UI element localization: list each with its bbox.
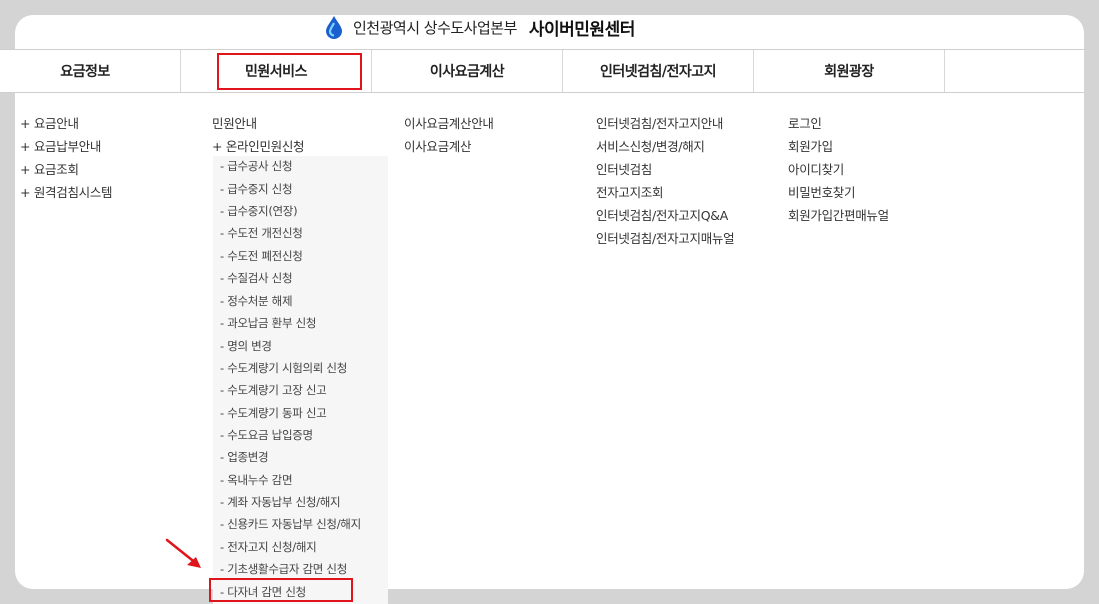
- menu-item-moving-fee-calc[interactable]: 이사요금계산: [404, 135, 494, 158]
- menu-column-civil-service: 민원안내 + 온라인민원신청: [212, 112, 305, 158]
- nav-tab-fee-info[interactable]: 요금정보: [0, 50, 181, 92]
- nav-tab-member-plaza[interactable]: 회원광장: [754, 50, 945, 92]
- submenu-item[interactable]: - 급수중지(연장): [220, 203, 298, 219]
- submenu-item[interactable]: - 급수중지 신청: [220, 181, 293, 197]
- submenu-item[interactable]: - 과오납금 환부 신청: [220, 315, 316, 331]
- menu-item-e-notice-inquiry[interactable]: 전자고지조회: [596, 181, 734, 204]
- menu-item-internet-qa[interactable]: 인터넷검침/전자고지Q&A: [596, 204, 734, 227]
- menu-item-find-id[interactable]: 아이디찾기: [788, 158, 889, 181]
- submenu-item[interactable]: - 수도계량기 시험의뢰 신청: [220, 360, 347, 376]
- submenu-item[interactable]: - 명의 변경: [220, 338, 272, 354]
- menu-item-civil-guide[interactable]: 민원안내: [212, 112, 304, 135]
- submenu-online-application: - 급수공사 신청 - 급수중지 신청 - 급수중지(연장) - 수도전 개전신…: [213, 156, 388, 604]
- menu-column-moving-fee: 이사요금계산안내 이사요금계산: [404, 112, 494, 158]
- nav-tab-moving-fee[interactable]: 이사요금계산: [372, 50, 563, 92]
- submenu-item[interactable]: - 수도전 개전신청: [220, 225, 303, 241]
- menu-column-members: 로그인 회원가입 아이디찾기 비밀번호찾기 회원가입간편매뉴얼: [788, 112, 889, 227]
- highlight-box-multi-child-discount: [209, 578, 353, 602]
- org-name: 인천광역시 상수도사업본부: [353, 18, 517, 37]
- submenu-item[interactable]: - 수도전 폐전신청: [220, 248, 303, 264]
- site-name: 사이버민원센터: [528, 19, 635, 40]
- menu-item-payment-guide[interactable]: + 요금납부안내: [20, 135, 112, 158]
- submenu-item[interactable]: - 신용카드 자동납부 신청/해지: [220, 516, 361, 532]
- global-nav: 요금정보 민원서비스 이사요금계산 인터넷검침/전자고지 회원광장: [0, 49, 1084, 93]
- site-header: 인천광역시 상수도사업본부 사이버민원센터: [15, 15, 1084, 49]
- submenu-item[interactable]: - 수도계량기 고장 신고: [220, 382, 327, 398]
- submenu-item[interactable]: - 계좌 자동납부 신청/해지: [220, 494, 341, 510]
- menu-item-remote-meter[interactable]: + 원격검침시스템: [20, 181, 113, 204]
- menu-item-moving-fee-guide[interactable]: 이사요금계산안내: [404, 112, 494, 135]
- submenu-item[interactable]: - 업종변경: [220, 449, 269, 465]
- menu-item-internet-manual[interactable]: 인터넷검침/전자고지매뉴얼: [596, 227, 735, 250]
- menu-column-internet-meter: 인터넷검침/전자고지안내 서비스신청/변경/해지 인터넷검침 전자고지조회 인터…: [596, 112, 735, 250]
- submenu-item[interactable]: - 급수공사 신청: [220, 158, 293, 174]
- submenu-item[interactable]: - 수도계량기 동파 신고: [220, 405, 327, 421]
- red-arrow-icon: [165, 538, 201, 568]
- submenu-item[interactable]: - 수도요금 납입증명: [220, 427, 313, 443]
- highlight-box-civil-service: [217, 53, 362, 90]
- submenu-item[interactable]: - 기초생활수급자 감면 신청: [220, 561, 347, 577]
- menu-item-fee-inquiry[interactable]: + 요금조회: [20, 158, 112, 181]
- menu-item-internet-guide[interactable]: 인터넷검침/전자고지안내: [596, 112, 734, 135]
- submenu-item[interactable]: - 옥내누수 감면: [220, 472, 293, 488]
- nav-tab-internet-meter[interactable]: 인터넷검침/전자고지: [563, 50, 754, 92]
- menu-item-find-password[interactable]: 비밀번호찾기: [788, 181, 889, 204]
- water-drop-icon: [326, 16, 342, 39]
- menu-column-fee-info: + 요금안내 + 요금납부안내 + 요금조회 + 원격검침시스템: [20, 112, 113, 204]
- submenu-item[interactable]: - 전자고지 신청/해지: [220, 539, 317, 555]
- menu-item-signup-manual[interactable]: 회원가입간편매뉴얼: [788, 204, 889, 227]
- menu-item-login[interactable]: 로그인: [788, 112, 889, 135]
- menu-item-signup[interactable]: 회원가입: [788, 135, 889, 158]
- menu-item-service-apply[interactable]: 서비스신청/변경/해지: [596, 135, 734, 158]
- submenu-item[interactable]: - 수질검사 신청: [220, 270, 293, 286]
- menu-item-online-application[interactable]: + 온라인민원신청: [212, 135, 305, 158]
- submenu-item[interactable]: - 정수처분 해제: [220, 293, 293, 309]
- menu-item-fee-guide[interactable]: + 요금안내: [20, 112, 112, 135]
- menu-item-internet-meter[interactable]: 인터넷검침: [596, 158, 734, 181]
- menu-panel: 인천광역시 상수도사업본부 사이버민원센터: [15, 15, 1084, 589]
- site-logo[interactable]: 인천광역시 상수도사업본부 사이버민원센터: [323, 15, 635, 47]
